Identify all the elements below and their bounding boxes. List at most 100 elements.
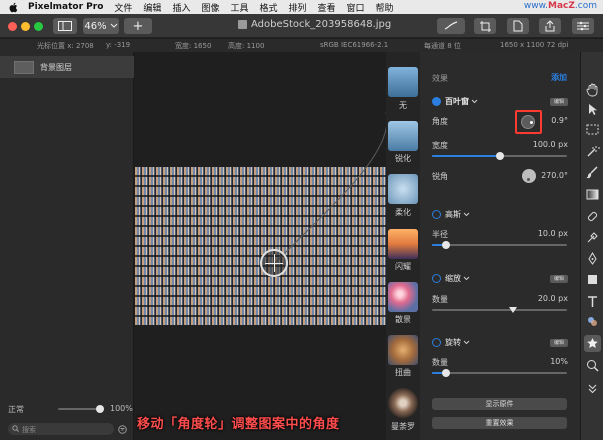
watermark: www.MacZ.com [523, 1, 597, 11]
chevron-down-icon [471, 99, 478, 104]
effect-label-none: 无 [399, 101, 407, 110]
color-adjust-icon[interactable] [585, 230, 600, 245]
menu-image[interactable]: 图像 [201, 1, 219, 14]
menu-tools[interactable]: 工具 [230, 1, 248, 14]
menu-window[interactable]: 窗口 [347, 1, 365, 14]
effect-thumb-bokeh[interactable] [388, 282, 418, 312]
menu-edit[interactable]: 编辑 [143, 1, 161, 14]
menu-file[interactable]: 文件 [114, 1, 132, 14]
toolbar: 46% + AdobeStock_203958648.jpg [0, 14, 603, 38]
layer-row[interactable]: 背景图层 [0, 56, 134, 78]
opacity-slider[interactable] [58, 408, 100, 410]
apple-menu-icon[interactable] [8, 2, 20, 13]
document-button[interactable] [507, 18, 529, 34]
expand-tools-icon[interactable] [585, 380, 600, 395]
gaussian-radius-slider[interactable] [432, 244, 567, 246]
shape-tool-icon[interactable] [585, 272, 600, 287]
blinds-width-label: 宽度 [432, 141, 448, 150]
layer-search-input[interactable]: 搜索 [8, 423, 114, 435]
zoom-amount-slider-knob[interactable] [509, 307, 517, 313]
app-menu[interactable]: Pixelmator Pro [28, 2, 103, 12]
filter-icon[interactable] [118, 425, 127, 434]
menu-help[interactable]: 帮助 [376, 1, 394, 14]
pen-tool-icon[interactable] [585, 251, 600, 266]
effect-thumb-none[interactable] [388, 67, 418, 97]
selection-tool-icon[interactable] [585, 122, 600, 137]
effect-thumb-distort[interactable] [388, 335, 418, 365]
share-button[interactable] [539, 18, 561, 34]
arrange-tool-icon[interactable] [585, 102, 600, 117]
menu-view[interactable]: 查看 [318, 1, 336, 14]
blinds-sharp-value: 270.0° [541, 171, 568, 180]
color-circles-icon[interactable] [585, 314, 600, 329]
spin-amount-label: 数量 [432, 358, 448, 367]
zoom-blur-edit-button[interactable]: 编辑 [550, 275, 568, 283]
spin-header[interactable]: 旋转 [432, 337, 470, 348]
gaussian-radius-slider-knob[interactable] [441, 241, 450, 249]
angle-wheel-handle[interactable] [260, 249, 288, 277]
menu-bar: Pixelmator Pro 文件 编辑 插入 图像 工具 格式 排列 查看 窗… [0, 0, 603, 14]
gradient-tool-icon[interactable] [585, 187, 600, 202]
opacity-slider-knob[interactable] [96, 405, 104, 413]
zoom-blur-header[interactable]: 缩放 [432, 273, 470, 284]
gaussian-radius-label: 半径 [432, 230, 448, 239]
blinds-name: 百叶窗 [445, 97, 469, 106]
adjust-panel-button[interactable] [572, 18, 594, 34]
spin-amount-slider-knob[interactable] [441, 369, 450, 377]
blinds-width-slider-fill [432, 155, 500, 157]
blinds-header[interactable]: 百叶窗 [432, 96, 478, 107]
retouch-tool-icon[interactable] [585, 209, 600, 224]
blend-controls: 正常 100% [8, 403, 133, 415]
spin-toggle[interactable] [432, 338, 441, 347]
info-bar: 光标位置 x: 2708 y: -319 宽度: 1650 高度: 1100 s… [0, 39, 603, 52]
text-tool-icon[interactable] [585, 294, 600, 309]
reset-effects-button[interactable]: 重置效果 [432, 417, 567, 429]
paint-brush-icon[interactable] [585, 165, 600, 180]
zoom-window-button[interactable] [34, 22, 43, 31]
minimize-window-button[interactable] [21, 22, 30, 31]
canvas[interactable] [135, 52, 386, 440]
effect-thumb-soften[interactable] [388, 174, 418, 204]
effect-label-mandala: 曼荼罗 [391, 422, 415, 431]
spin-amount-slider[interactable] [432, 372, 567, 374]
show-original-button[interactable]: 显示原件 [432, 398, 567, 410]
image-width: 宽度: 1650 [175, 42, 212, 50]
close-window-button[interactable] [8, 22, 17, 31]
effects-title: 效果 [432, 74, 448, 83]
zoom-amount-slider[interactable] [432, 309, 567, 311]
crop-button[interactable] [474, 18, 496, 34]
blinds-edit-button[interactable]: 编辑 [550, 98, 568, 106]
gaussian-toggle[interactable] [432, 210, 441, 219]
sidebar-toggle-button[interactable] [53, 18, 77, 34]
spin-edit-button[interactable]: 编辑 [550, 339, 568, 347]
effect-thumb-glow[interactable] [388, 229, 418, 259]
effect-label-bokeh: 散景 [395, 315, 411, 324]
add-effect-button[interactable]: 添加 [551, 72, 567, 83]
effect-thumb-mandala[interactable] [388, 388, 418, 418]
document-icon [238, 20, 247, 29]
hand-tool-icon[interactable] [585, 82, 600, 97]
zoom-tool-icon[interactable] [585, 358, 600, 373]
style-tool-button[interactable] [437, 18, 465, 34]
menu-format[interactable]: 格式 [259, 1, 277, 14]
layer-thumbnail [14, 60, 34, 74]
gaussian-header[interactable]: 高斯 [432, 209, 470, 220]
blinds-angle-value: 0.9° [551, 116, 568, 125]
blend-mode-select[interactable]: 正常 [8, 404, 24, 415]
effects-tool-button[interactable] [584, 335, 601, 352]
bit-depth: 每通道 8 位 [424, 42, 461, 50]
document-title: AdobeStock_203958648.jpg [238, 19, 391, 30]
blinds-width-slider-knob[interactable] [495, 152, 504, 160]
zoom-select[interactable]: 46% [83, 18, 119, 34]
zoom-blur-toggle[interactable] [432, 274, 441, 283]
sidebar-icon [58, 21, 72, 31]
gaussian-name: 高斯 [445, 210, 461, 219]
effect-thumb-sharpen[interactable] [388, 121, 418, 151]
chevron-down-icon [463, 340, 470, 345]
magic-wand-icon[interactable] [585, 144, 600, 159]
blinds-toggle[interactable] [432, 97, 441, 106]
add-button[interactable]: + [124, 18, 152, 34]
zoom-amount-value: 20.0 px [537, 294, 568, 303]
menu-arrange[interactable]: 排列 [289, 1, 307, 14]
menu-insert[interactable]: 插入 [172, 1, 190, 14]
